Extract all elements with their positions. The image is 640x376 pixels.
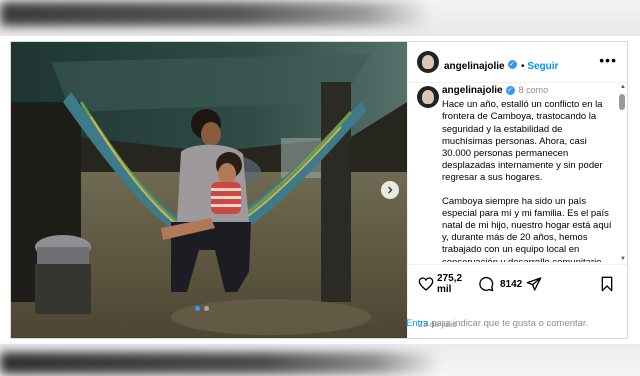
carousel-dot-active	[195, 306, 200, 311]
comment-prompt-text: para indicar que te gusta o comentar.	[431, 318, 589, 329]
share-button[interactable]	[526, 276, 542, 292]
background-blurred-header	[0, 0, 640, 36]
caption: angelinajolie ✓ 8 como Hace un año, estall…	[442, 84, 614, 262]
scrollbar-thumb[interactable]	[619, 94, 625, 110]
photo-refugee-woman-child-hammock	[11, 42, 407, 338]
comments-count: 8142	[500, 278, 523, 290]
login-link[interactable]: Entra	[406, 318, 429, 329]
post-photo[interactable]	[11, 42, 407, 338]
caption-paragraph-1: Hace un año, estalló un conflicto en la …	[442, 99, 603, 184]
post-sidebar: angelinajolie ✓ • Seguir ••• angelinajoli…	[407, 42, 627, 338]
likes-unit: mil	[437, 284, 452, 295]
post-time: 8 como	[518, 85, 549, 95]
caption-area: angelinajolie ✓ 8 como Hace un año, estall…	[408, 82, 627, 262]
caption-paragraph-2: Camboya siempre ha sido un país especial…	[442, 195, 612, 262]
comment-icon	[479, 276, 494, 292]
more-options-icon[interactable]: •••	[599, 52, 617, 68]
chevron-right-icon	[388, 186, 393, 194]
bookmark-icon	[601, 276, 613, 292]
verified-badge-icon: ✓	[505, 85, 515, 95]
carousel-next-button[interactable]	[381, 181, 399, 199]
save-button[interactable]	[600, 276, 614, 292]
post-username[interactable]: angelinajolie	[444, 61, 505, 72]
avatar[interactable]	[417, 51, 439, 73]
heart-icon	[418, 277, 434, 291]
carousel-dot	[204, 306, 209, 311]
share-icon	[526, 277, 542, 291]
caption-scrollbar[interactable]: ▲ ▼	[619, 84, 626, 262]
comment-button[interactable]: 8142	[478, 276, 522, 292]
verified-badge-icon: ✓	[507, 60, 517, 70]
instagram-post: angelinajolie ✓ • Seguir ••• angelinajoli…	[10, 41, 628, 339]
caption-avatar[interactable]	[417, 86, 439, 108]
like-button[interactable]: 275,2 mil	[418, 273, 462, 295]
follow-button[interactable]: Seguir	[527, 61, 558, 72]
likes-count: 275,2	[437, 273, 463, 284]
carousel-indicator	[195, 306, 209, 311]
comment-login-prompt: Entra para indicar que te gusta o coment…	[406, 318, 588, 329]
caption-username[interactable]: angelinajolie	[442, 85, 503, 96]
background-blurred-footer	[0, 344, 640, 376]
post-header: angelinajolie ✓ • Seguir •••	[408, 42, 627, 83]
